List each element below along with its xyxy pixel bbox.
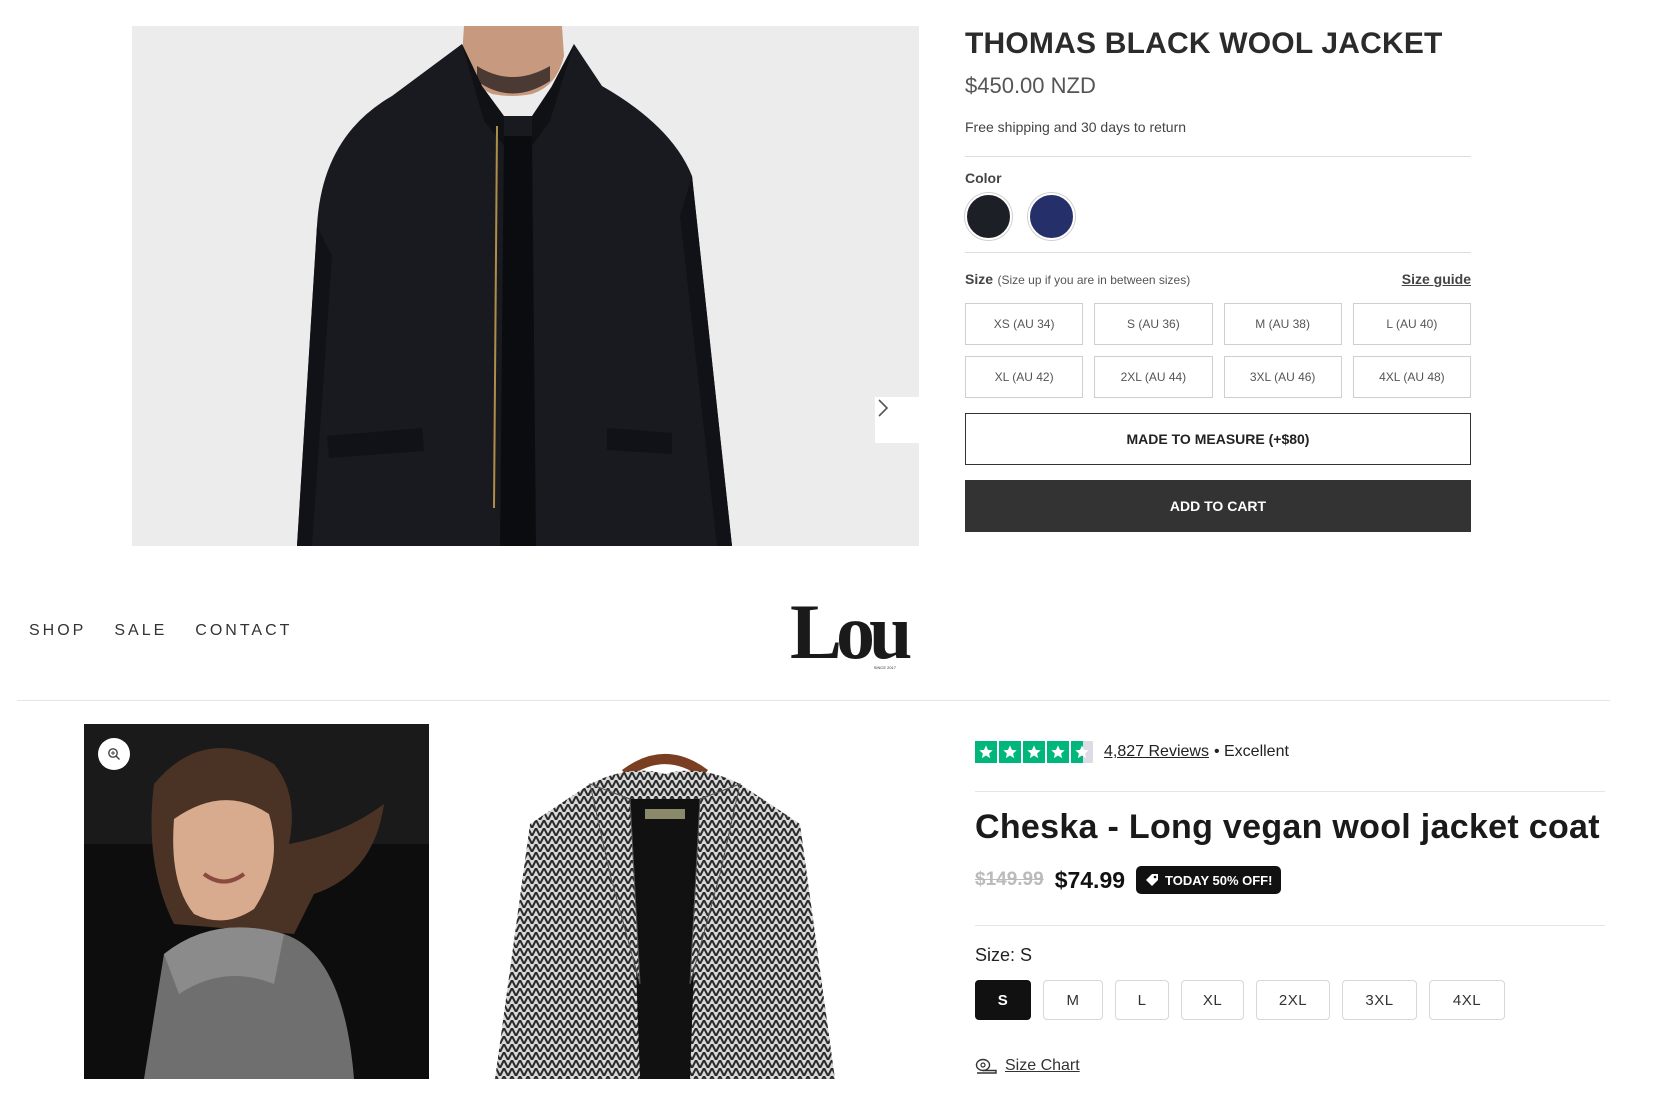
trustpilot-stars [975,741,1093,763]
tag-icon [1146,874,1159,886]
product-image-main [132,26,919,546]
rating-label: • Excellent [1213,743,1289,760]
color-swatches [965,193,1471,240]
star-icon [999,741,1021,763]
logo-tagline: SINCE 2017 [873,665,896,670]
tape-measure-icon [975,1058,997,1074]
reviews-link[interactable]: 4,827 Reviews [1104,743,1209,761]
star-icon [975,741,997,763]
color-swatch-navy[interactable] [1028,193,1075,240]
size-option[interactable]: M (AU 38) [1223,303,1342,345]
size-option[interactable]: S (AU 36) [1094,303,1213,345]
coat-photo [495,754,835,1079]
size-options: XS (AU 34) S (AU 36) M (AU 38) L (AU 40)… [965,303,1471,398]
size-option[interactable]: 3XL [1342,980,1417,1020]
star-half-icon [1071,741,1093,763]
original-price: $149.99 [975,869,1044,890]
color-label: Color [965,170,1002,186]
chevron-right-icon [878,399,889,417]
main-nav: SHOP SALE CONTACT [29,622,292,640]
size-option[interactable]: 4XL [1429,980,1505,1020]
size-option[interactable]: S [975,980,1031,1020]
size-option[interactable]: 3XL (AU 46) [1223,356,1342,398]
price-row: $149.99 $74.99 TODAY 50% OFF! [975,866,1282,894]
size-label: Size [965,271,994,287]
nav-shop[interactable]: SHOP [29,622,86,640]
size-option[interactable]: M [1043,980,1103,1020]
zoom-button[interactable] [98,738,130,770]
product-title-bottom: Cheska - Long vegan wool jacket coat [975,808,1600,846]
size-option[interactable]: 2XL [1256,980,1330,1020]
model-photo [84,724,429,1079]
size-option[interactable]: XS (AU 34) [965,303,1084,345]
star-icon [1023,741,1045,763]
size-option[interactable]: XL (AU 42) [965,356,1084,398]
product-title: THOMAS BLACK WOOL JACKET [965,27,1443,60]
size-option[interactable]: L (AU 40) [1352,303,1471,345]
star-icon [1047,741,1069,763]
product-price: $450.00 NZD [965,73,1096,98]
jacket-photo [132,26,919,546]
discount-badge: TODAY 50% OFF! [1136,866,1282,894]
zoom-icon [108,748,120,760]
size-label-bottom: Size: S [975,945,1033,965]
next-image-button[interactable] [875,397,919,443]
sale-price: $74.99 [1054,866,1126,893]
product-image-coat[interactable] [460,724,870,1079]
divider [975,791,1605,792]
nav-contact[interactable]: CONTACT [195,622,292,640]
nav-sale[interactable]: SALE [114,622,167,640]
divider [975,925,1605,926]
rating-row: 4,827 Reviews • Excellent [975,741,1289,763]
shipping-note: Free shipping and 30 days to return [965,119,1187,135]
size-option[interactable]: XL [1181,980,1244,1020]
size-guide-link[interactable]: Size guide [1402,271,1471,287]
divider [965,252,1471,253]
add-to-cart-button[interactable]: ADD TO CART [965,480,1471,532]
color-swatch-black[interactable] [965,193,1012,240]
logo-text: Lou [790,588,912,675]
size-option[interactable]: 4XL (AU 48) [1352,356,1471,398]
size-chart-label: Size Chart [1005,1057,1080,1074]
size-option[interactable]: L [1115,980,1169,1020]
brand-logo[interactable]: Lou SINCE 2017 [790,588,912,675]
divider [965,156,1471,157]
size-chart-link[interactable]: Size Chart [975,1057,1080,1075]
size-option[interactable]: 2XL (AU 44) [1094,356,1213,398]
size-header: Size (Size up if you are in between size… [965,271,1471,289]
made-to-measure-button[interactable]: MADE TO MEASURE (+$80) [965,413,1471,465]
size-options-bottom: S M L XL 2XL 3XL 4XL [975,980,1505,1020]
product-image-model[interactable] [84,724,429,1079]
size-note: (Size up if you are in between sizes) [997,273,1191,287]
badge-text: TODAY 50% OFF! [1165,872,1273,888]
product-info-top: THOMAS BLACK WOOL JACKET $450.00 NZD Fre… [965,26,1471,532]
header-divider [17,700,1610,701]
